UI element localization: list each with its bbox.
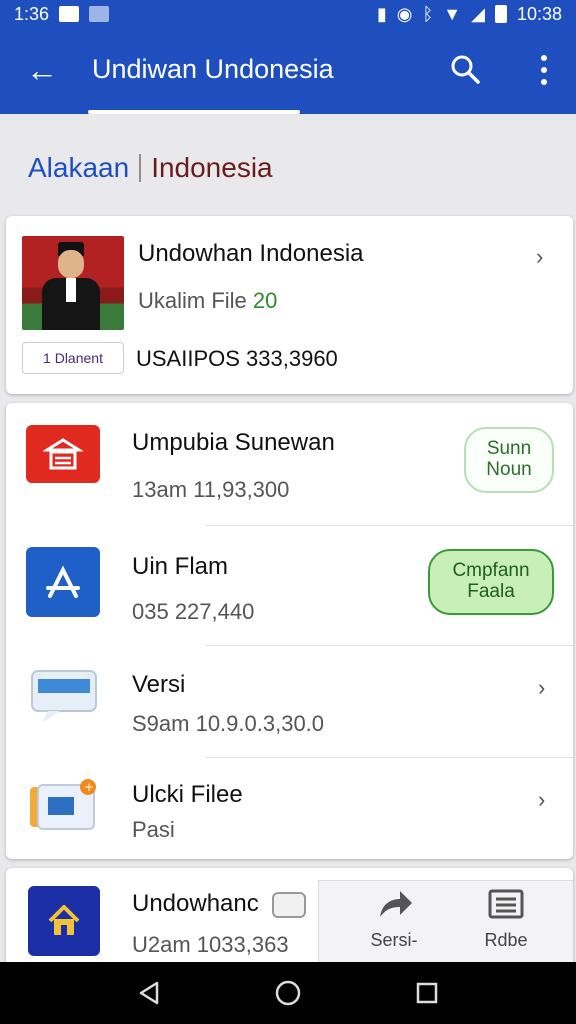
bluetooth-icon: ᛒ — [422, 3, 434, 24]
list-item[interactable]: + Ulcki Filee Pasi › — [6, 757, 573, 857]
section-divider — [139, 154, 142, 182]
status-pill[interactable]: Cmpfann Faala — [428, 549, 554, 615]
share-button[interactable]: Sersi- — [339, 887, 449, 951]
list-item-meta: U2am 1033,363 — [132, 932, 289, 957]
featured-subtitle-text: Ukalim File — [138, 288, 247, 313]
list-item[interactable]: Umpubia Sunewan 13am 11,93,300 Sunn Noun — [6, 403, 573, 523]
featured-subtitle-count: 20 — [252, 288, 278, 313]
wifi-icon: ▼ — [443, 3, 462, 24]
featured-price: USAIIPOS 333,3960 — [136, 346, 338, 371]
list-item-name: Undowhanc — [132, 890, 259, 917]
featured-photo — [22, 236, 124, 330]
chevron-right-icon[interactable]: › — [538, 675, 545, 701]
rdbe-button[interactable]: Rdbe — [451, 887, 561, 951]
list-item-name: Uin Flam — [132, 553, 229, 580]
list-item-meta: S9am 10.9.0.3,30.0 — [132, 711, 325, 736]
list-item-name: Ulcki Filee — [132, 781, 243, 808]
list-item-meta: 035 227,440 — [132, 599, 255, 624]
section-label-a: Alakaan — [28, 152, 130, 183]
list-card: Umpubia Sunewan 13am 11,93,300 Sunn Noun… — [6, 403, 573, 859]
battery-icon — [494, 5, 507, 23]
section-label-b: Indonesia — [151, 152, 273, 183]
search-icon[interactable] — [446, 50, 484, 88]
chevron-right-icon[interactable]: › — [536, 244, 543, 270]
rdbe-label: Rdbe — [484, 930, 528, 950]
system-nav-bar — [0, 962, 576, 1024]
list-item-name: Versi — [132, 671, 186, 698]
list-item[interactable]: Uin Flam 035 227,440 Cmpfann Faala — [6, 525, 573, 645]
image-notification-icon — [89, 6, 110, 22]
vibrate-icon: ▮ — [376, 3, 387, 24]
featured-subtitle: Ukalim File 20 — [138, 288, 277, 314]
app-store-icon — [26, 547, 100, 617]
app-bar: ← Undiwan Undonesia — [0, 28, 576, 114]
featured-card[interactable]: Undowhan Indonesia Ukalim File 20 › 1 Dl… — [6, 216, 573, 394]
list-item-meta: 13am 11,93,300 — [132, 477, 290, 502]
list-card-partial[interactable]: Undowhanc U2am 1033,363 Sersi- Rdbe — [6, 868, 573, 968]
status-bar: 1:36 ▮ ◉ ᛒ ▼ ◢ 10:38 — [0, 0, 576, 28]
section-heading: Alakaan Indonesia — [28, 152, 273, 184]
share-icon — [380, 891, 412, 917]
signal-icon: ◢ — [471, 3, 485, 24]
featured-chip[interactable]: 1 Dlanent — [22, 342, 124, 374]
more-options-icon[interactable] — [530, 52, 558, 88]
list-item[interactable]: Versi S9am 10.9.0.3,30.0 › — [6, 645, 573, 757]
list-item-meta: Pasi — [132, 817, 175, 842]
status-left: 1:36 — [14, 3, 110, 25]
share-label: Sersi- — [370, 930, 418, 950]
status-time-right: 10:38 — [516, 3, 562, 24]
recents-nav-icon[interactable] — [407, 973, 447, 1013]
notification-icon — [59, 6, 80, 22]
chevron-right-icon[interactable]: › — [538, 787, 545, 813]
toggle-icon[interactable] — [272, 892, 306, 918]
bottom-action-panel: Sersi- Rdbe — [318, 880, 573, 968]
status-time-left: 1:36 — [14, 3, 50, 24]
home-nav-icon[interactable] — [268, 973, 308, 1013]
home-icon — [28, 886, 100, 956]
alarm-icon: ◉ — [396, 3, 413, 24]
back-arrow-icon[interactable]: ← — [24, 52, 60, 88]
svg-text:+: + — [84, 780, 94, 794]
store-icon — [26, 425, 100, 483]
app-bar-title: Undiwan Undonesia — [92, 54, 334, 84]
list-icon — [488, 889, 524, 919]
list-item-name: Umpubia Sunewan — [132, 429, 335, 456]
document-badge-icon: + — [26, 777, 100, 839]
back-nav-icon[interactable] — [129, 973, 169, 1013]
status-pill[interactable]: Sunn Noun — [464, 427, 554, 493]
status-right: ▮ ◉ ᛒ ▼ ◢ 10:38 — [377, 4, 562, 25]
chat-bubble-icon — [26, 667, 100, 725]
tab-indicator — [88, 110, 300, 114]
featured-title: Undowhan Indonesia — [138, 240, 364, 267]
